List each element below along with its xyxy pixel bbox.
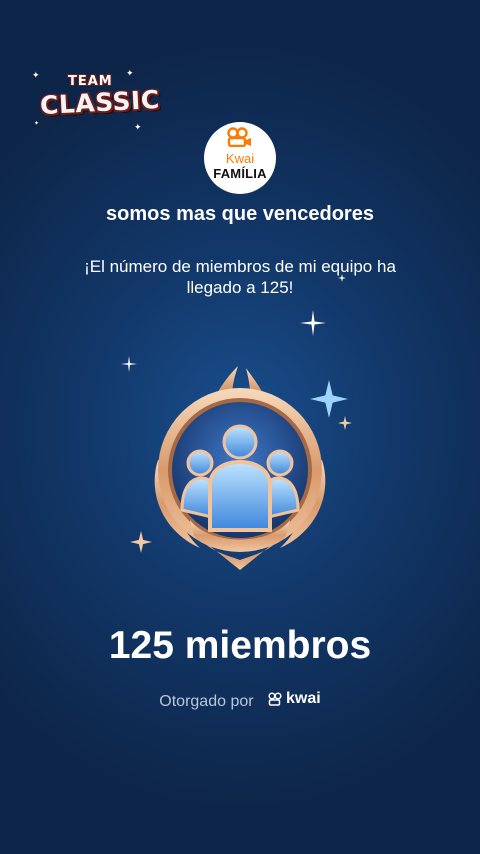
sparkle-icon: ✦ [32, 70, 40, 80]
sparkle-icon: ✦ [126, 68, 134, 78]
sparkle-icon [300, 310, 326, 336]
avatar-family: FAMÍLIA [213, 166, 267, 181]
milestone-message: ¡El número de miembros de mi equipo ha l… [84, 257, 396, 297]
logo-classic-text: CLASSIC [39, 84, 161, 121]
awarded-by-label: Otorgado por [159, 693, 254, 710]
kwai-camera-icon [227, 127, 251, 147]
members-badge-icon [154, 366, 326, 570]
avatar-brand: Kwai [225, 151, 255, 166]
sparkle-icon [338, 274, 346, 282]
group-avatar[interactable]: Kwai FAMÍLIA [204, 122, 276, 194]
team-classic-logo: ✦ ✦ ✦ ✦ TEAM CLASSIC [30, 66, 160, 138]
kwai-brand-text: kwai [286, 690, 321, 707]
sparkle-icon: ✦ [34, 121, 40, 127]
group-name: somos mas que vencedores [106, 203, 374, 225]
kwai-logo-icon [268, 692, 282, 706]
members-count: 125 miembros [108, 624, 372, 667]
awarded-by: Otorgado por kwai [0, 690, 480, 711]
sparkle-icon: ✦ [134, 122, 142, 132]
kwai-brand: kwai [268, 690, 321, 708]
